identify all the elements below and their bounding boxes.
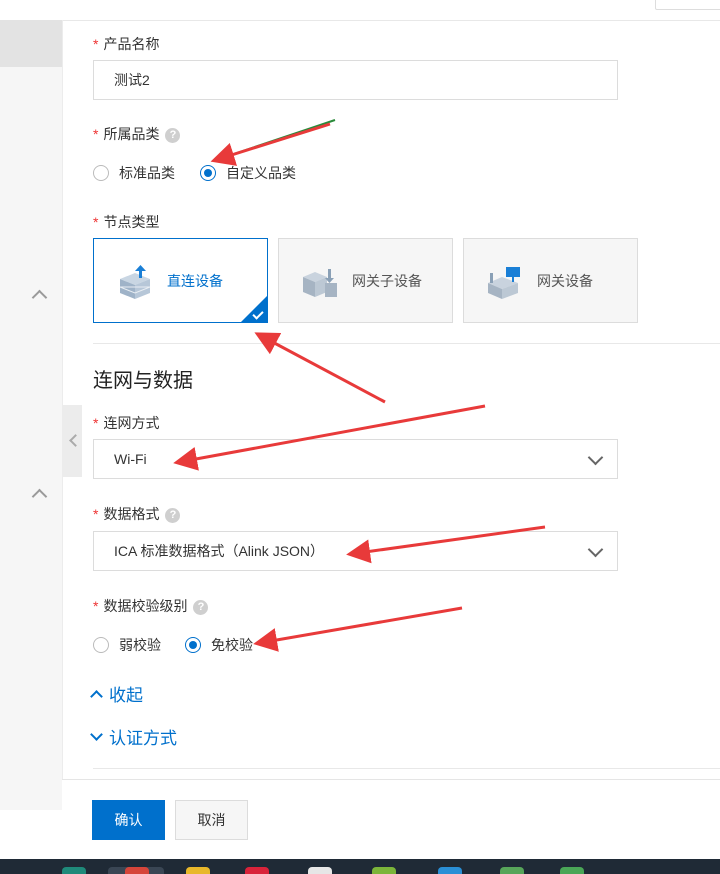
required-mark: * xyxy=(93,214,99,230)
product-name-label: * 产品名称 xyxy=(93,34,159,54)
panel-collapse-handle[interactable] xyxy=(62,405,82,477)
left-nav-active-item[interactable] xyxy=(0,20,62,67)
required-mark: * xyxy=(93,598,99,614)
category-label-text: 所属品类 xyxy=(103,126,160,142)
left-nav-panel xyxy=(0,20,63,810)
annotation-arrow xyxy=(253,606,463,652)
auth-method-link[interactable]: 认证方式 xyxy=(90,724,177,749)
chevron-left-icon xyxy=(69,434,82,447)
data-format-label: * 数据格式? xyxy=(93,504,181,524)
gateway-device-icon xyxy=(488,267,520,299)
verify-radio-none[interactable]: 免校验 xyxy=(185,635,253,655)
collapse-link[interactable]: 收起 xyxy=(90,681,143,706)
product-name-value: 测试2 xyxy=(114,72,150,88)
taskbar-app-icon[interactable] xyxy=(245,867,269,874)
csdn-watermark: https://blog.csdn.net/qq_45168614 xyxy=(466,844,666,859)
node-card-gateway-sub[interactable]: 网关子设备 xyxy=(278,238,453,323)
category-radio-standard[interactable]: 标准品类 xyxy=(93,163,175,183)
network-select-value: Wi-Fi xyxy=(114,451,147,467)
radio-label: 弱校验 xyxy=(119,637,161,653)
product-name-input[interactable]: 测试2 xyxy=(93,60,618,100)
chevron-up-icon xyxy=(90,689,103,703)
help-icon[interactable]: ? xyxy=(165,507,181,523)
category-radio-custom[interactable]: 自定义品类 xyxy=(200,163,296,183)
radio-circle[interactable] xyxy=(93,637,109,653)
bottom-divider xyxy=(93,768,720,769)
help-icon[interactable]: ? xyxy=(165,127,181,143)
node-type-label: * 节点类型 xyxy=(93,212,159,232)
data-format-select-value: ICA 标准数据格式（Alink JSON） xyxy=(114,543,325,559)
section-title: 连网与数据 xyxy=(93,370,193,392)
chevron-up-icon[interactable] xyxy=(31,488,48,505)
annotation-arrow xyxy=(254,332,386,404)
radio-circle[interactable] xyxy=(93,165,109,181)
chevron-down-icon xyxy=(587,541,604,558)
verify-level-label: * 数据校验级别? xyxy=(93,596,209,616)
node-card-direct[interactable]: 直连设备 xyxy=(93,238,268,323)
node-card-label: 网关设备 xyxy=(537,273,593,289)
category-label: * 所属品类? xyxy=(93,124,181,144)
verify-level-label-text: 数据校验级别 xyxy=(103,598,188,614)
annotation-arrow xyxy=(210,122,331,166)
taskbar-chrome-icon[interactable] xyxy=(125,867,149,874)
radio-label: 标准品类 xyxy=(119,165,175,181)
selected-corner xyxy=(241,296,267,322)
taskbar-app-icon[interactable] xyxy=(438,867,462,874)
help-icon[interactable]: ? xyxy=(193,599,209,615)
radio-label: 免校验 xyxy=(211,637,253,653)
taskbar-app-icon[interactable] xyxy=(372,867,396,874)
product-name-label-text: 产品名称 xyxy=(103,36,160,52)
data-format-label-text: 数据格式 xyxy=(103,506,160,522)
required-mark: * xyxy=(93,126,99,142)
radio-circle-selected[interactable] xyxy=(200,165,216,181)
taskbar-folder-icon[interactable] xyxy=(186,867,210,874)
node-card-label: 直连设备 xyxy=(167,273,223,289)
network-label: * 连网方式 xyxy=(93,413,159,433)
verify-radio-weak[interactable]: 弱校验 xyxy=(93,635,161,655)
direct-device-icon xyxy=(119,265,151,299)
chevron-down-icon xyxy=(587,449,604,466)
node-card-label: 网关子设备 xyxy=(352,273,422,289)
taskbar-app-icon[interactable] xyxy=(560,867,584,874)
node-type-label-text: 节点类型 xyxy=(103,214,160,230)
node-card-gateway[interactable]: 网关设备 xyxy=(463,238,638,323)
annotation-arrow xyxy=(221,119,336,159)
top-search-box[interactable] xyxy=(655,0,720,10)
section-divider xyxy=(93,343,720,344)
required-mark: * xyxy=(93,506,99,522)
radio-circle-selected[interactable] xyxy=(185,637,201,653)
network-select[interactable]: Wi-Fi xyxy=(93,439,618,479)
taskbar-app-icon[interactable] xyxy=(62,867,86,874)
chevron-up-icon[interactable] xyxy=(31,289,48,306)
auth-link-text: 认证方式 xyxy=(109,729,177,748)
radio-label: 自定义品类 xyxy=(226,165,296,181)
required-mark: * xyxy=(93,415,99,431)
chevron-down-icon xyxy=(90,728,103,741)
gateway-subdevice-icon xyxy=(303,269,337,297)
network-label-text: 连网方式 xyxy=(103,415,160,431)
required-mark: * xyxy=(93,36,99,52)
top-bar xyxy=(0,0,720,21)
collapse-link-text: 收起 xyxy=(109,686,143,705)
taskbar-app-icon[interactable] xyxy=(308,867,332,874)
cancel-button[interactable]: 取消 xyxy=(175,800,248,840)
data-format-select[interactable]: ICA 标准数据格式（Alink JSON） xyxy=(93,531,618,571)
confirm-button[interactable]: 确认 xyxy=(92,800,165,840)
taskbar-app-icon[interactable] xyxy=(500,867,524,874)
